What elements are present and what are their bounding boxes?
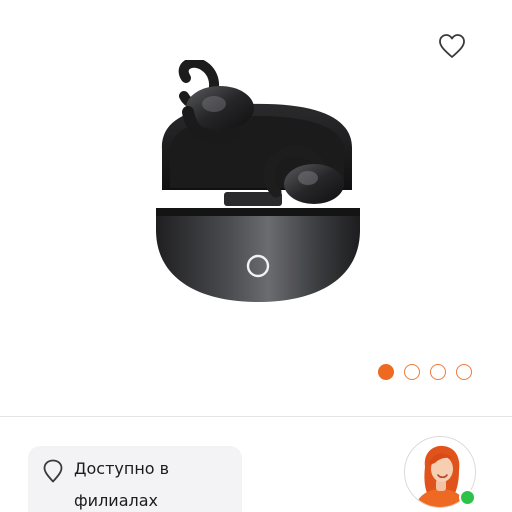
section-divider xyxy=(0,416,512,417)
product-gallery[interactable] xyxy=(0,0,512,416)
gallery-dot-2[interactable] xyxy=(404,364,420,380)
map-pin-icon xyxy=(43,459,63,483)
availability-line-2: филиалах xyxy=(74,491,159,510)
gallery-dot-4[interactable] xyxy=(456,364,472,380)
availability-text: Доступно в филиалах xyxy=(74,453,169,512)
gallery-dot-3[interactable] xyxy=(430,364,446,380)
heart-icon xyxy=(439,34,465,58)
gallery-pagination xyxy=(378,364,472,380)
availability-line-1: Доступно в xyxy=(74,459,170,478)
favorite-button[interactable] xyxy=(436,30,468,62)
gallery-dot-1[interactable] xyxy=(378,364,394,380)
product-image[interactable] xyxy=(148,60,368,310)
online-status-indicator xyxy=(459,489,476,506)
availability-button[interactable]: Доступно в филиалах xyxy=(28,446,242,512)
